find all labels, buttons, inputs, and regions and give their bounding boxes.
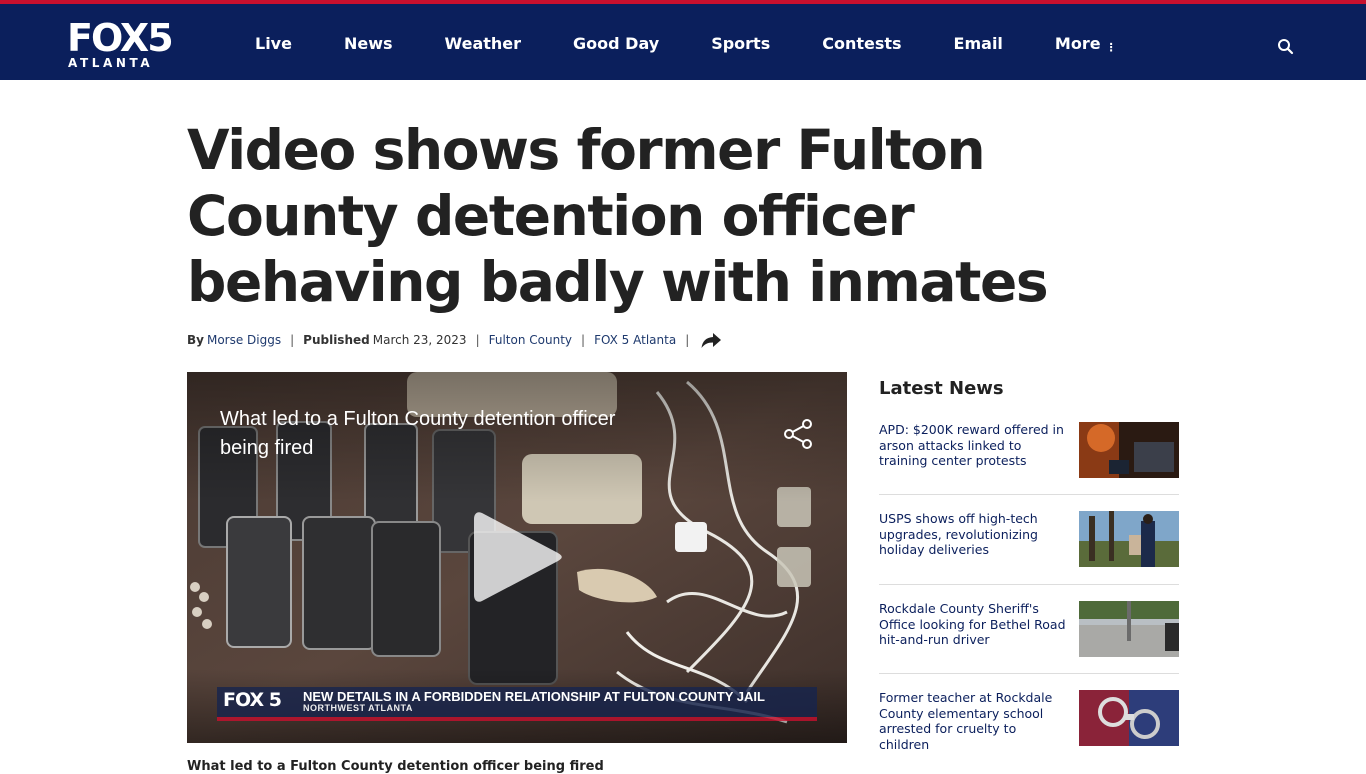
author-link[interactable]: Morse Diggs <box>207 333 281 347</box>
nav-weather[interactable]: Weather <box>445 34 522 62</box>
logo-wordmark: FOX5 <box>67 16 174 60</box>
nav-email[interactable]: Email <box>954 34 1003 62</box>
separator: | <box>290 333 295 347</box>
news-item-headline[interactable]: APD: $200K reward offered in arson attac… <box>879 422 1069 469</box>
latest-news-item[interactable]: Former teacher at Rockdale County elemen… <box>879 690 1179 752</box>
nav-more[interactable]: More ⋮ <box>1055 34 1117 62</box>
source-link[interactable]: FOX 5 Atlanta <box>594 333 676 347</box>
lower-third-location: NORTHWEST ATLANTA <box>303 703 413 713</box>
latest-news-item[interactable]: USPS shows off high-tech upgrades, revol… <box>879 511 1179 569</box>
latest-news-item[interactable]: APD: $200K reward offered in arson attac… <box>879 422 1179 480</box>
share-icon[interactable] <box>783 418 815 450</box>
play-icon[interactable] <box>474 507 564 607</box>
video-title: What led to a Fulton County detention of… <box>220 408 616 459</box>
separator: | <box>475 333 480 347</box>
fox5-logo[interactable]: FOX5 ATLANTA <box>67 18 181 70</box>
search-icon[interactable] <box>1276 37 1296 57</box>
news-item-headline[interactable]: Former teacher at Rockdale County elemen… <box>879 690 1069 753</box>
nav-news[interactable]: News <box>344 34 393 62</box>
news-thumbnail[interactable] <box>1079 422 1179 478</box>
divider <box>879 673 1179 674</box>
separator: | <box>581 333 586 347</box>
byline: By Morse Diggs | Published March 23, 202… <box>187 330 722 350</box>
published-label: Published <box>303 333 370 347</box>
video-caption: What led to a Fulton County detention of… <box>187 759 604 774</box>
publish-date: March 23, 2023 <box>372 333 467 347</box>
video-player[interactable]: What led to a Fulton County detention of… <box>187 372 847 743</box>
more-dots-icon: ⋮ <box>1105 41 1117 54</box>
site-header: FOX5 ATLANTA Live News Weather Good Day … <box>0 0 1366 80</box>
separator: | <box>685 333 690 347</box>
lower-third-logo: FOX 5 <box>223 689 282 711</box>
nav-live[interactable]: Live <box>255 34 292 62</box>
category-link[interactable]: Fulton County <box>489 333 572 347</box>
divider <box>879 494 1179 495</box>
share-arrow-icon[interactable] <box>700 330 722 350</box>
divider <box>879 584 1179 585</box>
main-nav: Live News Weather Good Day Sports Contes… <box>255 34 1117 62</box>
lower-third-headline: NEW DETAILS IN A FORBIDDEN RELATIONSHIP … <box>303 689 765 704</box>
latest-news-item[interactable]: Rockdale County Sheriff's Office looking… <box>879 601 1179 659</box>
news-thumbnail[interactable] <box>1079 601 1179 657</box>
news-thumbnail[interactable] <box>1079 511 1179 567</box>
by-label: By <box>187 333 204 347</box>
news-item-headline[interactable]: USPS shows off high-tech upgrades, revol… <box>879 511 1069 558</box>
news-item-headline[interactable]: Rockdale County Sheriff's Office looking… <box>879 601 1069 648</box>
article-headline: Video shows former Fulton County detenti… <box>187 118 1049 314</box>
news-thumbnail[interactable] <box>1079 690 1179 746</box>
nav-sports[interactable]: Sports <box>711 34 770 62</box>
nav-more-label: More <box>1054 34 1101 53</box>
logo-city: ATLANTA <box>68 56 154 70</box>
latest-news-heading: Latest News <box>879 378 1004 399</box>
news-lower-third: FOX 5 NEW DETAILS IN A FORBIDDEN RELATIO… <box>217 687 817 717</box>
nav-contests[interactable]: Contests <box>822 34 901 62</box>
nav-good-day[interactable]: Good Day <box>573 34 659 62</box>
